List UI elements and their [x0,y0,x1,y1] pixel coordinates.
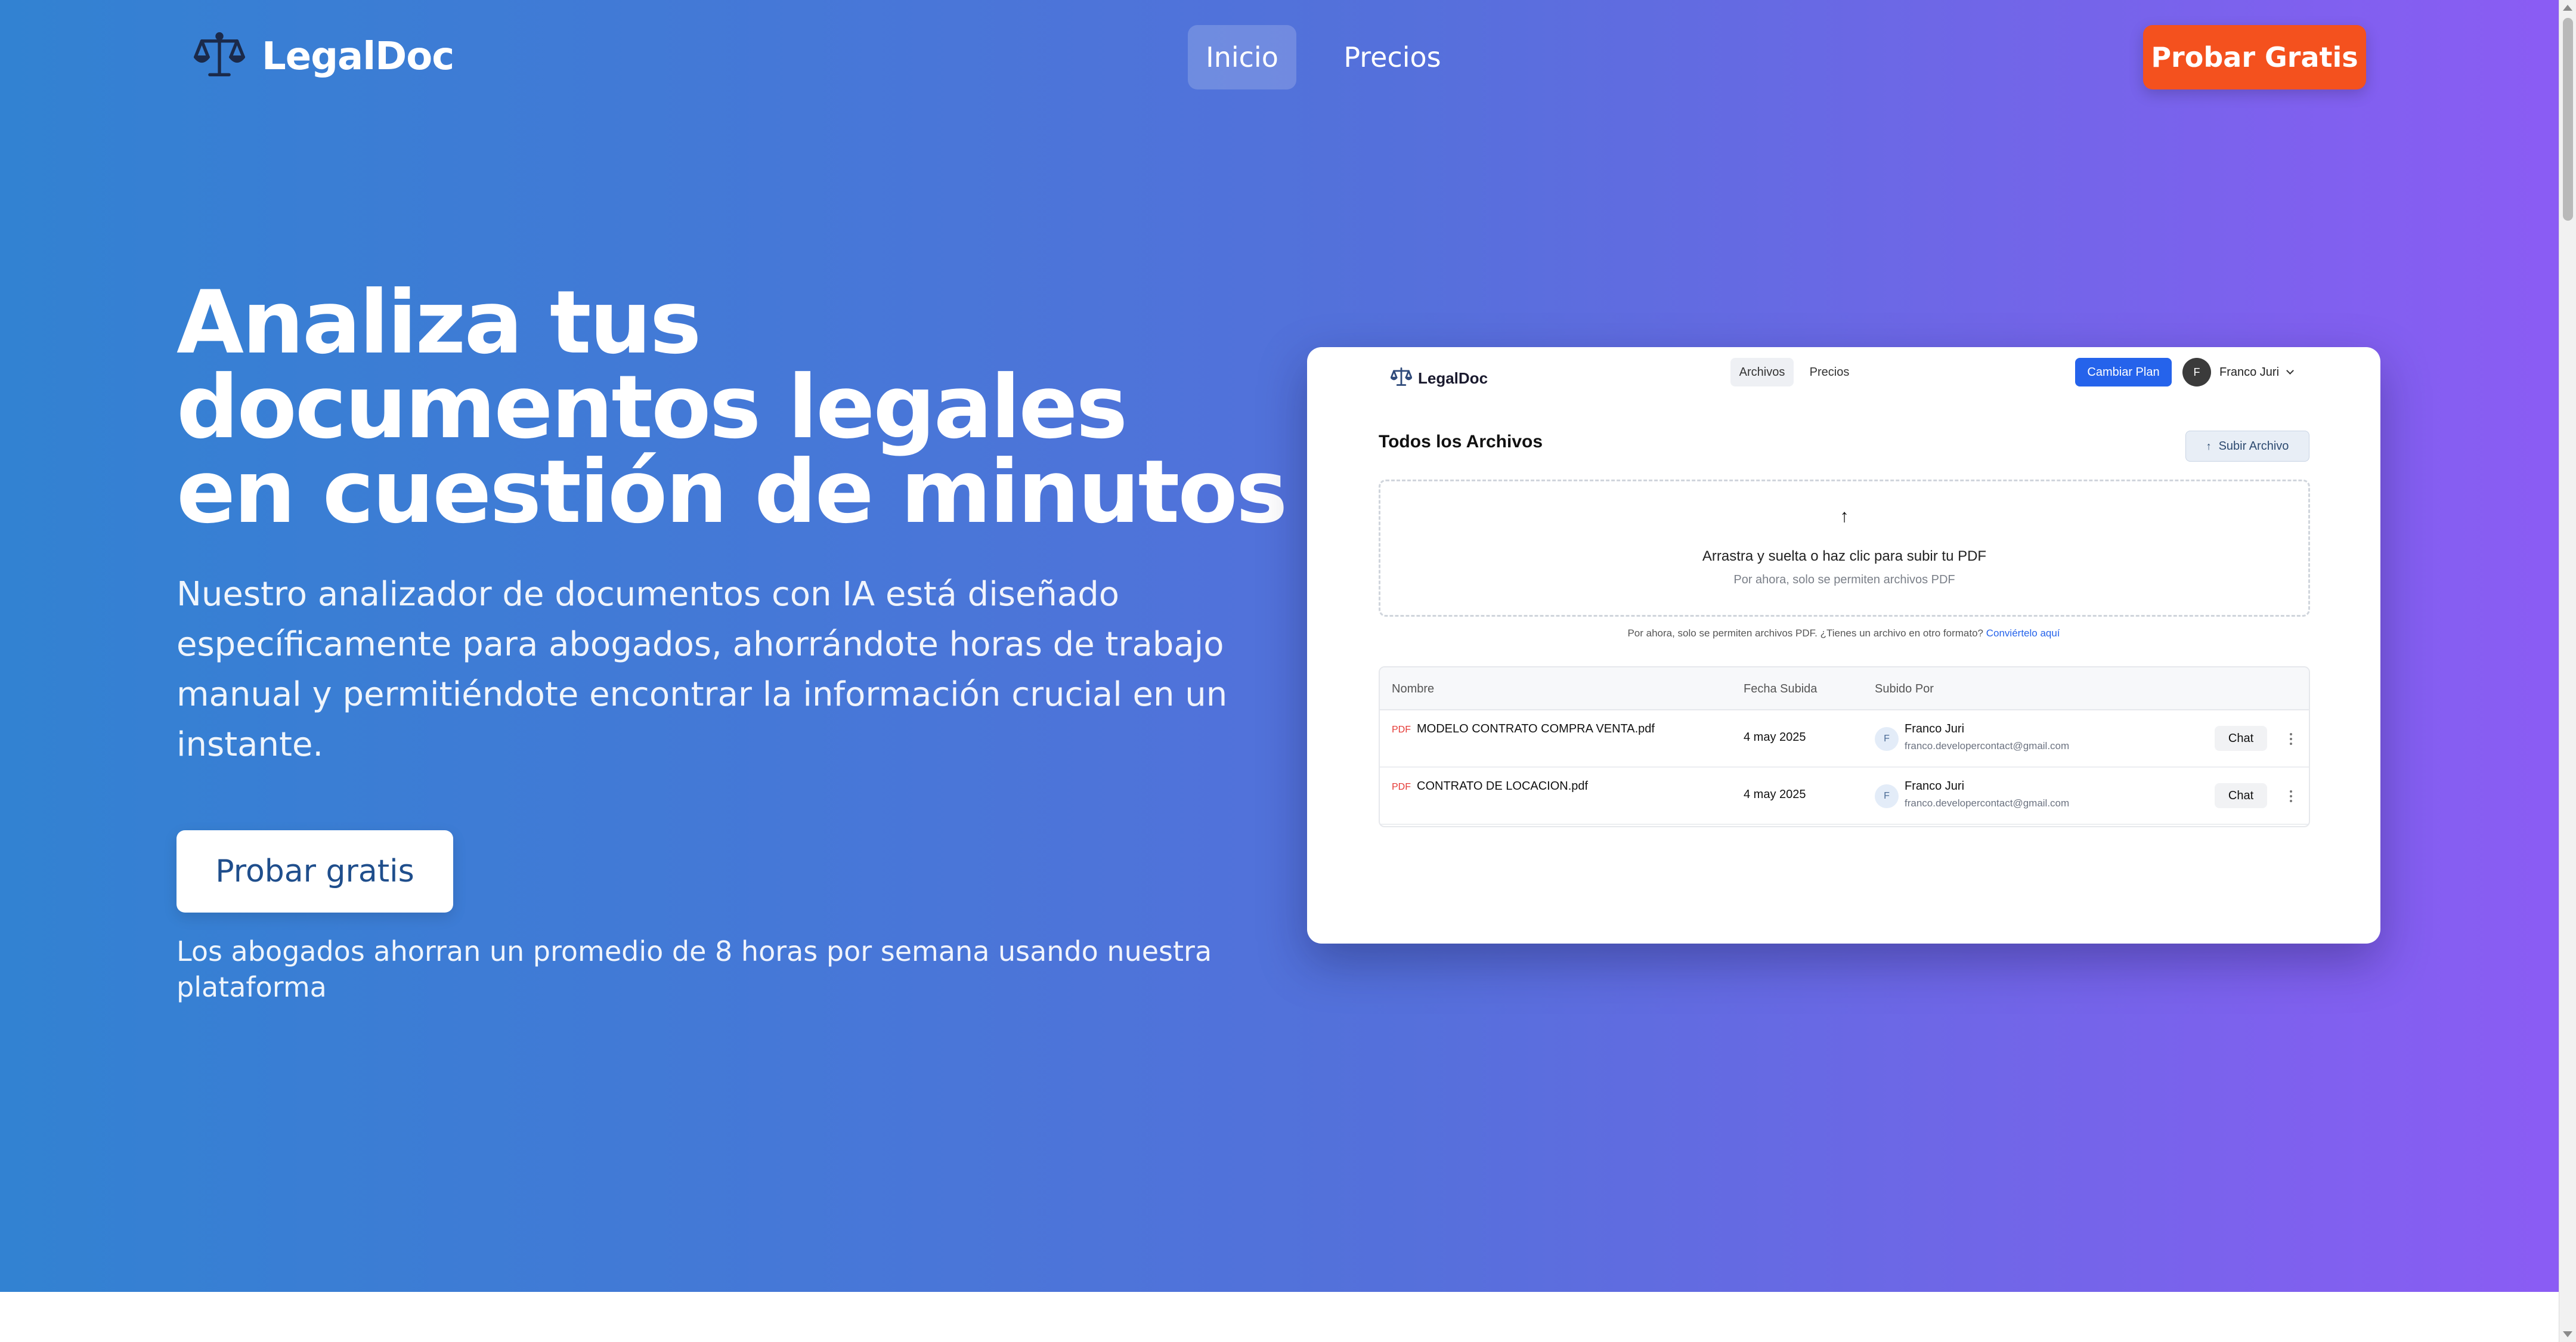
dropzone-text: Arrastra y suelta o haz clic para subir … [1702,548,1987,564]
next-section [0,1292,2559,1342]
files-title: Todos los Archivos [1379,432,1543,452]
column-header-date: Fecha Subida [1744,682,1818,695]
hero-note: Los abogados ahorran un promedio de 8 ho… [177,935,1212,1003]
hero-section: LegalDoc Inicio Precios Probar Gratis An… [0,0,2559,1292]
arrow-up-icon: ↑ [1840,506,1849,526]
uploader-name: Franco Juri [1905,722,1965,735]
user-menu[interactable]: Franco Juri [2219,358,2294,386]
scroll-thumb[interactable] [2563,18,2573,221]
upload-file-button[interactable]: ↑ Subir Archivo [2185,431,2309,462]
upload-file-label: Subir Archivo [2218,439,2289,453]
column-header-name: Nombre [1392,682,1435,695]
page-scrollbar[interactable] [2559,0,2576,1342]
scales-icon [1390,366,1413,391]
format-notice-text: Por ahora, solo se permiten archivos PDF… [1627,627,1983,639]
more-options-icon[interactable] [2285,782,2297,811]
chevron-down-icon [2286,366,2294,375]
scales-icon [194,30,245,84]
brand-name: LegalDoc [262,35,454,79]
hero-try-free-button[interactable]: Probar gratis [177,830,453,913]
uploader-email: franco.developercontact@gmail.com [1905,740,2070,752]
hero-headline: Analiza tus documentos legales en cuesti… [177,272,1309,543]
convert-link[interactable]: Conviértelo aquí [1986,627,2060,639]
table-row[interactable]: PDF CONTRATO DE LOCACION.pdf 4 may 2025 … [1380,768,2309,825]
headline-line: documentos legales [177,357,1128,458]
brand-logo[interactable]: LegalDoc [194,30,454,84]
pdf-file-icon: PDF [1392,782,1411,792]
chat-button[interactable]: Chat [2215,783,2267,808]
table-row[interactable]: PDF MODELO CONTRATO COMPRA VENTA.pdf 4 m… [1380,710,2309,768]
table-header: Nombre Fecha Subida Subido Por [1380,667,2309,710]
file-name[interactable]: CONTRATO DE LOCACION.pdf [1417,780,1588,793]
preview-tab-archivos[interactable]: Archivos [1730,358,1794,386]
change-plan-button[interactable]: Cambiar Plan [2075,358,2172,386]
arrow-up-icon: ↑ [2206,440,2212,452]
try-free-button[interactable]: Probar Gratis [2143,25,2366,89]
uploader-name: Franco Juri [1905,780,1965,793]
user-name: Franco Juri [2219,365,2280,379]
scroll-up-icon[interactable] [2563,5,2572,11]
uploader-avatar: F [1875,727,1899,751]
pdf-dropzone[interactable]: ↑ Arrastra y suelta o haz clic para subi… [1379,480,2310,617]
uploader-avatar: F [1875,784,1899,808]
scroll-down-icon[interactable] [2563,1331,2572,1337]
app-preview-card: LegalDoc Archivos Precios Cambiar Plan F… [1307,347,2380,944]
upload-date: 4 may 2025 [1744,788,1806,801]
nav-link-inicio[interactable]: Inicio [1188,25,1296,89]
file-name[interactable]: MODELO CONTRATO COMPRA VENTA.pdf [1417,722,1655,736]
format-notice: Por ahora, solo se permiten archivos PDF… [1307,627,2380,639]
files-table: Nombre Fecha Subida Subido Por PDF MODEL… [1379,666,2310,827]
uploader-email: franco.developercontact@gmail.com [1905,797,2070,809]
user-avatar[interactable]: F [2182,358,2211,386]
upload-date: 4 may 2025 [1744,731,1806,744]
nav-link-precios[interactable]: Precios [1324,25,1461,89]
preview-tab-precios[interactable]: Precios [1802,358,1857,386]
pdf-file-icon: PDF [1392,725,1411,735]
hero-subheadline: Nuestro analizador de documentos con IA … [177,575,1228,764]
headline-line: en cuestión de minutos [177,441,1288,543]
preview-brand-logo: LegalDoc [1390,361,1488,395]
dropzone-subtext: Por ahora, solo se permiten archivos PDF [1733,573,1955,586]
more-options-icon[interactable] [2285,725,2297,753]
headline-line: Analiza tus [177,272,702,373]
column-header-uploader: Subido Por [1875,682,1934,695]
preview-brand-name: LegalDoc [1418,369,1488,387]
chat-button[interactable]: Chat [2215,726,2267,751]
